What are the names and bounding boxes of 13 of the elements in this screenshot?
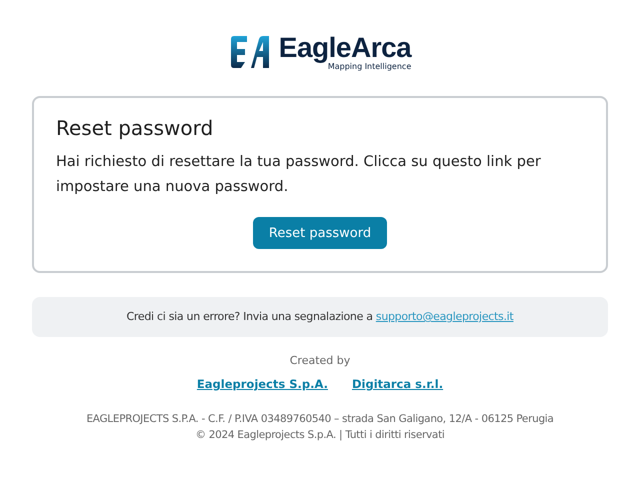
support-email-link[interactable]: supporto@eagleprojects.it: [376, 310, 514, 323]
logo-name: EagleArca: [278, 34, 412, 62]
company-link[interactable]: Eagleprojects S.p.A.: [196, 377, 328, 391]
footer-text: © 2024 Eagleprojects S.p.A. | Tutti i diritti riservati: [194, 428, 446, 443]
reset-password-button[interactable]: Reset password: [252, 217, 388, 249]
card-title: Reset password: [56, 116, 214, 140]
logo-icon: [228, 35, 271, 69]
created-by-label: Created by: [290, 354, 350, 367]
card-message: Hai richiesto di resettare la tua password. Clicca su questo link per impostare una nuova password.: [56, 153, 542, 197]
notice-text: Credi ci sia un errore? Invia una segnalazione a: [126, 310, 374, 323]
footer-text: EAGLEPROJECTS S.P.A. - C.F. / P.IVA 03489760540 – strada San Galigano, 12/A - 06125 Perugia: [86, 412, 554, 427]
logo-tagline: Mapping Intelligence: [328, 62, 412, 70]
company-link[interactable]: Digitarca s.r.l.: [352, 377, 444, 391]
